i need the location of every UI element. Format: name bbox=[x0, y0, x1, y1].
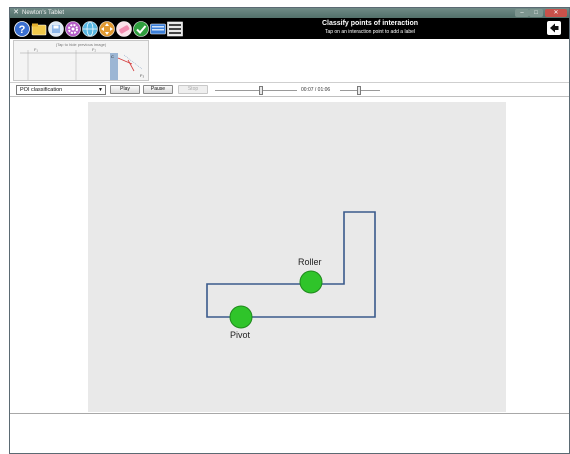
chevron-down-icon: ▼ bbox=[98, 87, 103, 93]
video-controls: POI classification ▼ Play Pause Stop 00:… bbox=[10, 84, 569, 97]
pause-button[interactable]: Pause bbox=[143, 85, 173, 94]
eraser-icon[interactable] bbox=[116, 21, 132, 37]
poi-pivot-label: Pivot bbox=[230, 330, 251, 340]
instruction-title: Classify points of interaction bbox=[321, 20, 419, 27]
globe-icon[interactable] bbox=[82, 21, 98, 37]
svg-text:?: ? bbox=[19, 24, 26, 36]
poi-roller-point[interactable] bbox=[299, 270, 323, 294]
poi-roller-label: Roller bbox=[298, 257, 322, 267]
checkmark-icon[interactable] bbox=[133, 21, 149, 37]
poi-pivot-point[interactable] bbox=[229, 305, 253, 329]
close-button[interactable]: ✕ bbox=[545, 9, 567, 17]
svg-text:F₂: F₂ bbox=[92, 47, 96, 52]
toolbar: ? Classify points of interaction Tap on … bbox=[10, 18, 569, 39]
svg-text:F₁: F₁ bbox=[34, 47, 38, 52]
stop-button[interactable]: Stop bbox=[178, 85, 208, 94]
app-window: ✕ Newton's Tablet – □ ✕ ? Classify point… bbox=[9, 7, 570, 454]
timeline-handle[interactable] bbox=[259, 86, 263, 95]
back-button[interactable] bbox=[547, 21, 561, 35]
title-bar: ✕ Newton's Tablet – □ ✕ bbox=[10, 8, 569, 18]
mode-dropdown-value: POI classification bbox=[20, 87, 63, 93]
window-title: Newton's Tablet bbox=[22, 10, 65, 16]
bottom-pane bbox=[10, 413, 569, 453]
help-icon[interactable]: ? bbox=[14, 21, 30, 37]
maximize-button[interactable]: □ bbox=[529, 9, 543, 17]
gear-icon[interactable] bbox=[65, 21, 81, 37]
speed-handle[interactable] bbox=[357, 86, 361, 95]
timeline-track[interactable] bbox=[215, 90, 297, 91]
thumbnail-preview: F₁ F₂ C F₃ bbox=[20, 47, 144, 80]
object-outline bbox=[206, 211, 376, 318]
interaction-canvas[interactable]: Roller Pivot bbox=[88, 102, 506, 412]
play-button[interactable]: Play bbox=[110, 85, 140, 94]
instruction-subtitle: Tap on an interaction point to add a lab… bbox=[324, 29, 416, 35]
svg-text:C: C bbox=[111, 54, 114, 59]
svg-text:F₃: F₃ bbox=[140, 73, 144, 78]
thumbnail-caption: (Tap to hide previous image) bbox=[55, 42, 107, 47]
film-icon[interactable] bbox=[167, 21, 183, 37]
object-drawing bbox=[206, 211, 376, 329]
app-icon: ✕ bbox=[13, 9, 19, 16]
arrow-left-icon bbox=[550, 23, 559, 33]
save-icon[interactable] bbox=[48, 21, 64, 37]
move-icon[interactable] bbox=[99, 21, 115, 37]
mode-dropdown[interactable]: POI classification ▼ bbox=[16, 85, 106, 95]
thumbnail-strip: (Tap to hide previous image) F₁ F₂ C F₃ bbox=[10, 39, 569, 83]
thumbnail-previous[interactable]: (Tap to hide previous image) F₁ F₂ C F₃ bbox=[13, 40, 149, 81]
folder-icon[interactable] bbox=[31, 21, 47, 37]
timecode: 00:07 / 01:06 bbox=[301, 87, 331, 93]
minimize-button[interactable]: – bbox=[515, 9, 529, 17]
keyboard-icon[interactable] bbox=[150, 21, 166, 37]
